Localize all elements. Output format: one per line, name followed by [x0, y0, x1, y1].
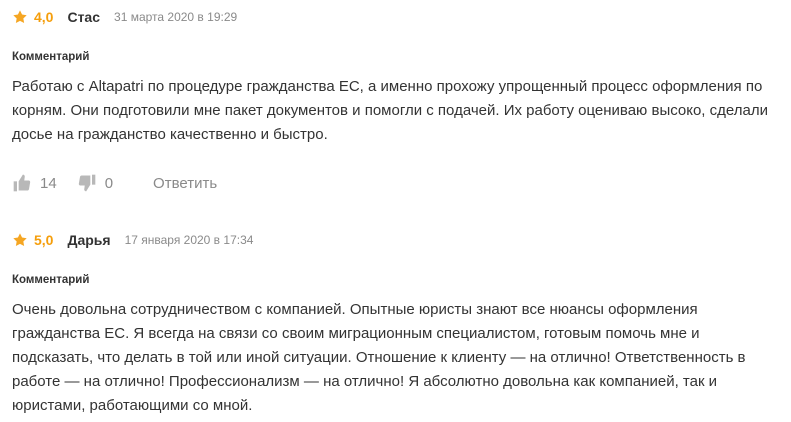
rating-value: 4,0 — [34, 9, 54, 25]
star-icon — [13, 10, 27, 23]
review-header: 5,0 Дарья 17 января 2020 в 17:34 — [12, 230, 791, 250]
like-count: 14 — [40, 174, 57, 192]
review-header: 4,0 Стас 31 марта 2020 в 19:29 — [12, 7, 791, 27]
comment-label: Комментарий — [12, 51, 90, 63]
thumbs-down-icon[interactable] — [77, 173, 97, 193]
author-name[interactable]: Дарья — [67, 232, 110, 248]
review-actions: 14 0 Ответить — [12, 171, 791, 195]
review-item: 4,0 Стас 31 марта 2020 в 19:29 Комментар… — [12, 7, 791, 195]
star-icon — [13, 233, 27, 246]
rating-value: 5,0 — [34, 232, 54, 248]
author-name[interactable]: Стас — [67, 9, 100, 25]
thumbs-up-icon[interactable] — [12, 173, 32, 193]
review-text: Работаю с Altapatri по процедуре граждан… — [12, 78, 768, 143]
reply-button[interactable]: Ответить — [153, 175, 217, 192]
review-item: 5,0 Дарья 17 января 2020 в 17:34 Коммент… — [12, 230, 791, 418]
review-date: 31 марта 2020 в 19:29 — [114, 10, 238, 24]
comment-label: Комментарий — [12, 274, 90, 286]
review-text: Очень довольна сотрудничеством с компани… — [12, 301, 746, 414]
review-date: 17 января 2020 в 17:34 — [124, 233, 254, 247]
dislike-count: 0 — [104, 174, 114, 192]
